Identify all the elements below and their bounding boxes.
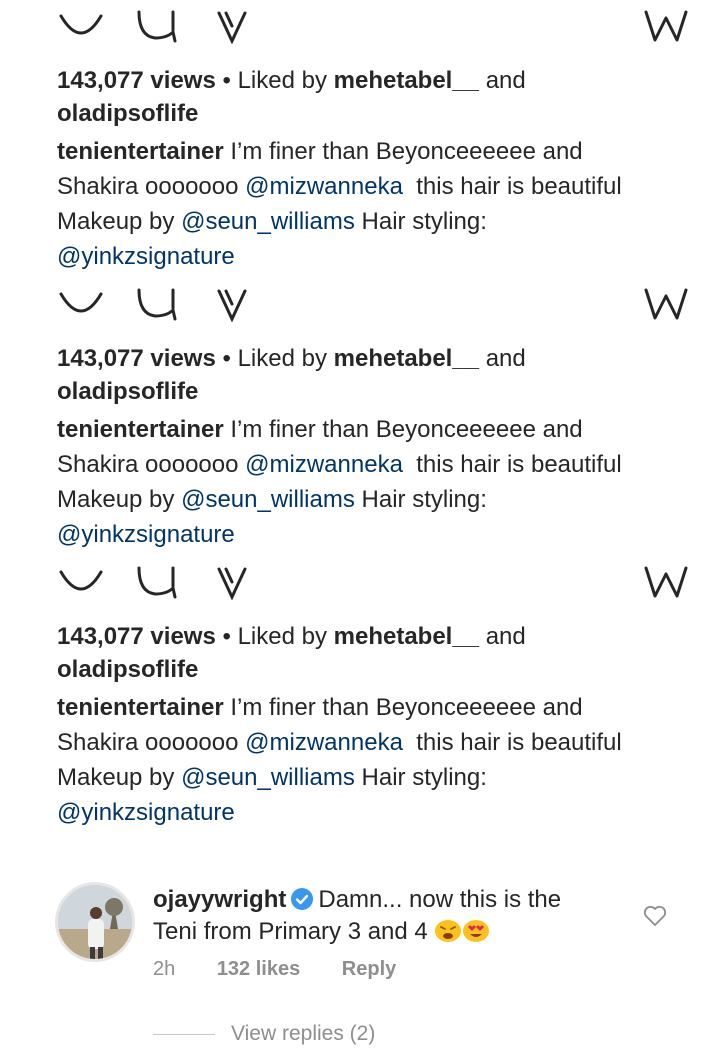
view-replies-button[interactable]: View replies (2) [153, 1022, 375, 1046]
post-caption: tenientertainer I’m finer than Beyonceee… [57, 690, 707, 830]
caption-text: this hair is beautiful [416, 729, 622, 756]
mention-link[interactable]: @seun_williams [181, 208, 355, 235]
caption-text: this hair is beautiful [416, 173, 622, 200]
caption-text: Hair styling: [361, 208, 487, 235]
caption-text: I’m finer than Beyonceeeeee and [230, 138, 583, 165]
post-caption: tenientertainer I’m finer than Beyonceee… [57, 412, 707, 552]
caption-text: Shakira ooooooo [57, 729, 239, 756]
comment-body: ojayywright Damn... now this is the Teni … [153, 884, 633, 948]
separator-dot: • [222, 345, 231, 372]
liked-by-user-link[interactable]: mehetabel__ [334, 67, 479, 94]
caption-text: Shakira ooooooo [57, 451, 239, 478]
heart-outline-icon[interactable] [57, 10, 105, 44]
bookmark-icon[interactable] [643, 8, 689, 44]
action-bar [0, 0, 720, 44]
weary-face-emoji [435, 920, 462, 942]
bookmark-icon[interactable] [643, 564, 689, 600]
post-caption: tenientertainer I’m finer than Beyonceee… [57, 134, 707, 274]
direct-share-icon[interactable] [216, 8, 248, 44]
comment-username-link[interactable]: ojayywright [153, 886, 286, 913]
mention-link[interactable]: @yinkzsignature [57, 243, 235, 270]
liked-and-label: and [485, 67, 526, 94]
heart-outline-icon[interactable] [57, 566, 105, 600]
comment-likes-link[interactable]: 132 likes [217, 958, 300, 981]
liked-by-label: Liked by [237, 345, 327, 372]
liked-by-label: Liked by [237, 623, 327, 650]
liked-and-label: and [485, 345, 526, 372]
liked-and-label: and [485, 623, 526, 650]
liked-by-user-link[interactable]: oladipsoflife [57, 100, 198, 127]
comment-timestamp: 2h [153, 958, 176, 980]
view-replies-label: View replies (2) [231, 1022, 376, 1045]
caption-text: I’m finer than Beyonceeeeee and [230, 694, 583, 721]
avatar-photo [58, 885, 132, 959]
post-stats: 143,077 views • Liked by mehetabel__ and… [57, 342, 707, 408]
separator-dot: • [222, 67, 231, 94]
reply-button[interactable]: Reply [342, 958, 396, 981]
caption-text: Makeup by [57, 486, 175, 513]
mention-link[interactable]: @yinkzsignature [57, 799, 235, 826]
caption-text: Hair styling: [361, 486, 487, 513]
liked-by-user-link[interactable]: mehetabel__ [334, 623, 479, 650]
comment-item: ojayywright Damn... now this is the Teni … [0, 872, 720, 1062]
mention-link[interactable]: @seun_williams [181, 486, 355, 513]
separator-dot: • [222, 623, 231, 650]
views-count[interactable]: 143,077 views [57, 67, 216, 94]
caption-text: Hair styling: [361, 764, 487, 791]
bookmark-icon[interactable] [643, 286, 689, 322]
post-stats: 143,077 views • Liked by mehetabel__ and… [57, 620, 707, 686]
heart-outline-icon[interactable] [57, 288, 105, 322]
caption-text: Makeup by [57, 764, 175, 791]
small-heart-icon[interactable] [643, 905, 667, 927]
action-bar [0, 556, 720, 600]
caption-username-link[interactable]: tenientertainer [57, 138, 224, 165]
comment-meta: 2h 132 likes Reply [153, 958, 396, 981]
liked-by-user-link[interactable]: oladipsoflife [57, 656, 198, 683]
mention-link[interactable]: @yinkzsignature [57, 521, 235, 548]
action-bar [0, 278, 720, 322]
caption-username-link[interactable]: tenientertainer [57, 694, 224, 721]
mention-link[interactable]: @mizwanneka [245, 451, 403, 478]
direct-share-icon[interactable] [216, 564, 248, 600]
verified-badge-icon [291, 888, 314, 910]
caption-text: Shakira ooooooo [57, 173, 239, 200]
caption-username-link[interactable]: tenientertainer [57, 416, 224, 443]
views-count[interactable]: 143,077 views [57, 623, 216, 650]
liked-by-label: Liked by [237, 67, 327, 94]
mention-link[interactable]: @mizwanneka [245, 173, 403, 200]
mention-link[interactable]: @seun_williams [181, 764, 355, 791]
mention-link[interactable]: @mizwanneka [245, 729, 403, 756]
direct-share-icon[interactable] [216, 286, 248, 322]
divider-line [153, 1033, 215, 1035]
comment-text: Teni from Primary 3 and 4 [153, 918, 428, 945]
caption-text: Makeup by [57, 208, 175, 235]
comment-text: Damn... now this is the [318, 886, 562, 913]
views-count[interactable]: 143,077 views [57, 345, 216, 372]
avatar[interactable] [55, 882, 135, 962]
comment-bubble-icon[interactable] [133, 8, 181, 44]
comment-bubble-icon[interactable] [133, 286, 181, 322]
comment-bubble-icon[interactable] [133, 564, 181, 600]
heart-eyes-emoji [463, 920, 490, 942]
post-stats: 143,077 views • Liked by mehetabel__ and… [57, 64, 707, 130]
liked-by-user-link[interactable]: oladipsoflife [57, 378, 198, 405]
liked-by-user-link[interactable]: mehetabel__ [334, 345, 479, 372]
caption-text: this hair is beautiful [416, 451, 622, 478]
caption-text: I’m finer than Beyonceeeeee and [230, 416, 583, 443]
